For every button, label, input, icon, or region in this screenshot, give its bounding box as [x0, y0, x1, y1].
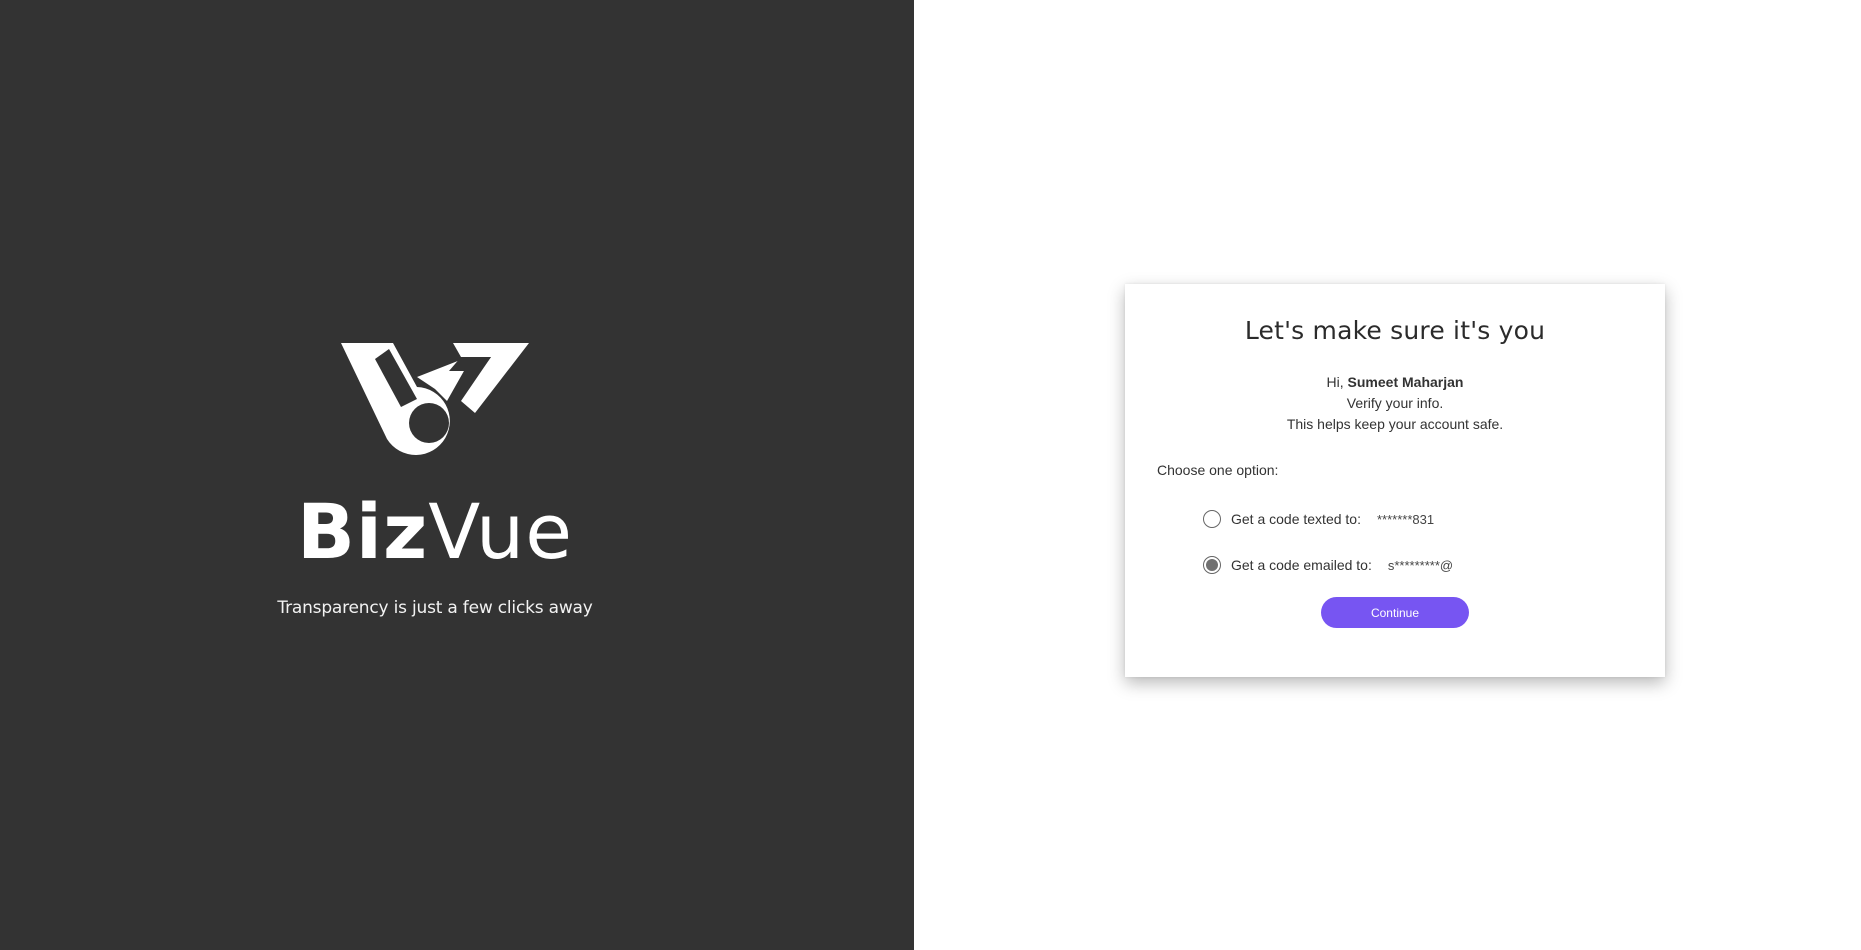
choose-option-label: Choose one option: [1157, 462, 1279, 478]
user-name: Sumeet Maharjan [1347, 374, 1464, 390]
option-email-code[interactable]: Get a code emailed to: s*********@ [1203, 556, 1453, 574]
text-code-label: Get a code texted to: [1231, 511, 1361, 527]
account-safe-line: This helps keep your account safe. [1286, 416, 1504, 432]
greeting-line: Hi, Sumeet Maharjan [1125, 372, 1665, 393]
verification-panel: Let's make sure it's you Hi, Sumeet Maha… [914, 0, 1861, 950]
radio-selected-dot [1206, 559, 1218, 571]
brand-name: BizVue [297, 494, 573, 574]
page-title: Let's make sure it's you [1244, 316, 1546, 345]
brand-block: BizVue Transparency is just a few clicks… [0, 343, 870, 618]
email-code-label: Get a code emailed to: [1231, 557, 1372, 573]
masked-email: s*********@ [1387, 557, 1454, 573]
brand-name-light: Vue [428, 487, 573, 576]
masked-phone: *******831 [1376, 511, 1435, 527]
greeting-text: Hi, Sumeet Maharjan Verify your info. Th… [1125, 372, 1665, 435]
bizvue-logo-icon [341, 343, 529, 455]
text-code-radio[interactable] [1203, 510, 1221, 528]
email-code-radio[interactable] [1203, 556, 1221, 574]
login-verification-page: BizVue Transparency is just a few clicks… [0, 0, 1861, 950]
greeting-prefix: Hi, [1326, 374, 1344, 390]
verify-info-line: Verify your info. [1346, 395, 1444, 411]
option-text-code[interactable]: Get a code texted to: *******831 [1203, 510, 1434, 528]
continue-button[interactable]: Continue [1321, 597, 1469, 628]
verification-card: Let's make sure it's you Hi, Sumeet Maha… [1125, 284, 1665, 677]
brand-name-bold: Biz [297, 487, 429, 576]
brand-tagline: Transparency is just a few clicks away [277, 598, 593, 618]
branding-panel: BizVue Transparency is just a few clicks… [0, 0, 914, 950]
